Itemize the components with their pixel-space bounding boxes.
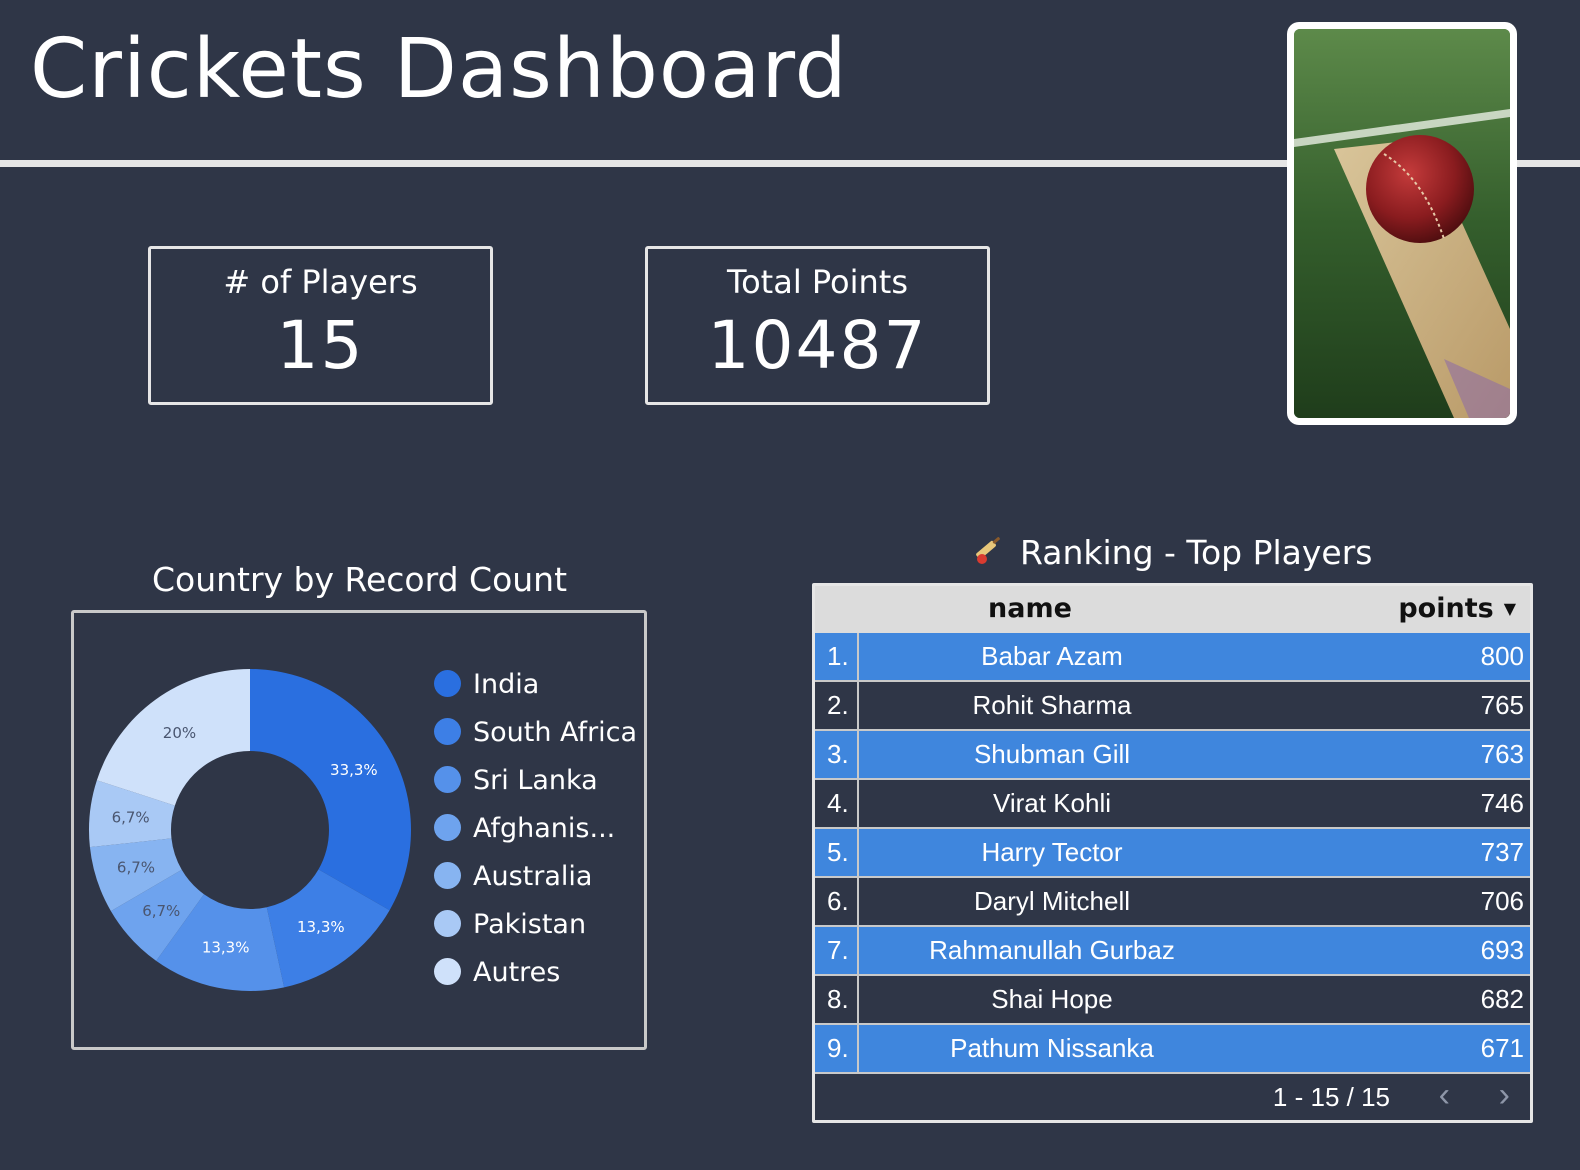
player-points: 800 (1480, 641, 1524, 671)
cricket-photo (1287, 22, 1517, 425)
player-name: Daryl Mitchell (973, 886, 1131, 916)
donut-slice-label: 33,3% (330, 761, 378, 779)
player-name: Virat Kohli (992, 788, 1112, 818)
page-title: Crickets Dashboard (30, 22, 848, 117)
table-row[interactable]: 5. Harry Tector 737 (815, 829, 1530, 878)
row-index: 9. (815, 1025, 859, 1072)
legend-item[interactable]: Sri Lanka (434, 764, 644, 798)
player-name: Shai Hope (991, 984, 1113, 1014)
table-row[interactable]: 9. Pathum Nissanka 671 (815, 1025, 1530, 1074)
table-row[interactable]: 1. Babar Azam 800 (815, 633, 1530, 682)
row-index: 4. (815, 780, 859, 827)
legend-dot (434, 718, 461, 745)
player-name: Rohit Sharma (972, 690, 1132, 720)
points-kpi-label: Total Points (726, 263, 909, 301)
players-kpi-card: # of Players 15 (148, 246, 493, 405)
table-row[interactable]: 2. Rohit Sharma 765 (815, 682, 1530, 731)
donut-legend: India South Africa Sri Lanka Afghanis... Aus… (434, 668, 644, 1004)
pager-next-icon[interactable]: › (1499, 1076, 1510, 1115)
player-points: 737 (1480, 837, 1524, 867)
legend-label: Autres (473, 957, 561, 988)
player-name: Babar Azam (981, 641, 1123, 671)
legend-label: Sri Lanka (473, 765, 598, 796)
legend-dot (434, 814, 461, 841)
donut-slice-label: 13,3% (297, 918, 345, 936)
donut-slice-india[interactable] (250, 669, 411, 911)
table-row[interactable]: 7. Rahmanullah Gurbaz 693 (815, 927, 1530, 976)
table-row[interactable]: 3. Shubman Gill 763 (815, 731, 1530, 780)
donut-chart-title: Country by Record Count (151, 560, 568, 599)
table-header: name points ▼ (815, 586, 1530, 633)
cricket-bat-icon (972, 535, 1002, 574)
row-index: 2. (815, 682, 859, 729)
player-name: Pathum Nissanka (950, 1033, 1154, 1063)
legend-label: South Africa (473, 717, 638, 748)
points-kpi-card: Total Points 10487 (645, 246, 990, 405)
player-points: 765 (1480, 690, 1524, 720)
points-kpi-value: 10487 (707, 307, 928, 384)
player-name: Rahmanullah Gurbaz (929, 935, 1175, 965)
row-index: 6. (815, 878, 859, 925)
cricket-ball-bat-image (1294, 29, 1510, 418)
player-points: 682 (1480, 984, 1524, 1014)
column-header-points[interactable]: points ▼ (1398, 593, 1516, 624)
ranking-title-text: Ranking - Top Players (1020, 533, 1373, 572)
player-points: 763 (1480, 739, 1524, 769)
legend-dot (434, 766, 461, 793)
player-points: 706 (1480, 886, 1524, 916)
legend-label: India (473, 669, 540, 700)
legend-item[interactable]: India (434, 668, 644, 702)
table-pager: 1 - 15 / 15 ‹ › (815, 1076, 1530, 1120)
legend-item[interactable]: South Africa (434, 716, 644, 750)
players-kpi-value: 15 (276, 307, 365, 384)
legend-item[interactable]: Afghanis... (434, 812, 644, 846)
legend-dot (434, 910, 461, 937)
row-index: 3. (815, 731, 859, 778)
legend-label: Afghanis... (473, 813, 616, 844)
donut-slice-label: 20% (163, 724, 196, 742)
players-kpi-label: # of Players (223, 263, 418, 301)
table-row[interactable]: 6. Daryl Mitchell 706 (815, 878, 1530, 927)
column-header-points-label: points (1398, 593, 1494, 624)
pager-range: 1 - 15 / 15 (1272, 1082, 1390, 1112)
player-points: 746 (1480, 788, 1524, 818)
row-index: 8. (815, 976, 859, 1023)
table-row[interactable]: 8. Shai Hope 682 (815, 976, 1530, 1025)
donut-chart-panel: 33,3% 13,3% 13,3% 6,7% 6,7% 6,7% 20% India Sout… (71, 610, 647, 1050)
legend-item[interactable]: Pakistan (434, 908, 644, 942)
donut-slice-label: 6,7% (117, 858, 155, 876)
legend-dot (434, 862, 461, 889)
legend-item[interactable]: Autres (434, 956, 644, 990)
legend-dot (434, 958, 461, 985)
row-index: 1. (815, 633, 859, 680)
player-name: Shubman Gill (973, 739, 1131, 769)
row-index: 7. (815, 927, 859, 974)
ranking-title: Ranking - Top Players (812, 533, 1532, 574)
donut-slice-label: 13,3% (202, 939, 250, 957)
legend-item[interactable]: Australia (434, 860, 644, 894)
donut-chart: 33,3% 13,3% 13,3% 6,7% 6,7% 6,7% 20% (89, 669, 411, 991)
player-name: Harry Tector (981, 837, 1123, 867)
table-body: 1. Babar Azam 800 2. Rohit Sharma 765 3. Shubma… (815, 633, 1530, 1074)
column-header-name[interactable]: name (815, 593, 1245, 624)
row-index: 5. (815, 829, 859, 876)
donut-slice-label: 6,7% (142, 902, 180, 920)
legend-label: Pakistan (473, 909, 587, 940)
player-points: 671 (1480, 1033, 1524, 1063)
pager-prev-icon[interactable]: ‹ (1439, 1076, 1450, 1115)
ranking-table: name points ▼ 1. Babar Azam 800 2. Rohit Sha… (812, 583, 1533, 1123)
sort-desc-icon[interactable]: ▼ (1504, 599, 1516, 618)
legend-dot (434, 670, 461, 697)
legend-label: Australia (473, 861, 593, 892)
donut-slice-label: 6,7% (112, 809, 150, 827)
player-points: 693 (1480, 935, 1524, 965)
table-row[interactable]: 4. Virat Kohli 746 (815, 780, 1530, 829)
